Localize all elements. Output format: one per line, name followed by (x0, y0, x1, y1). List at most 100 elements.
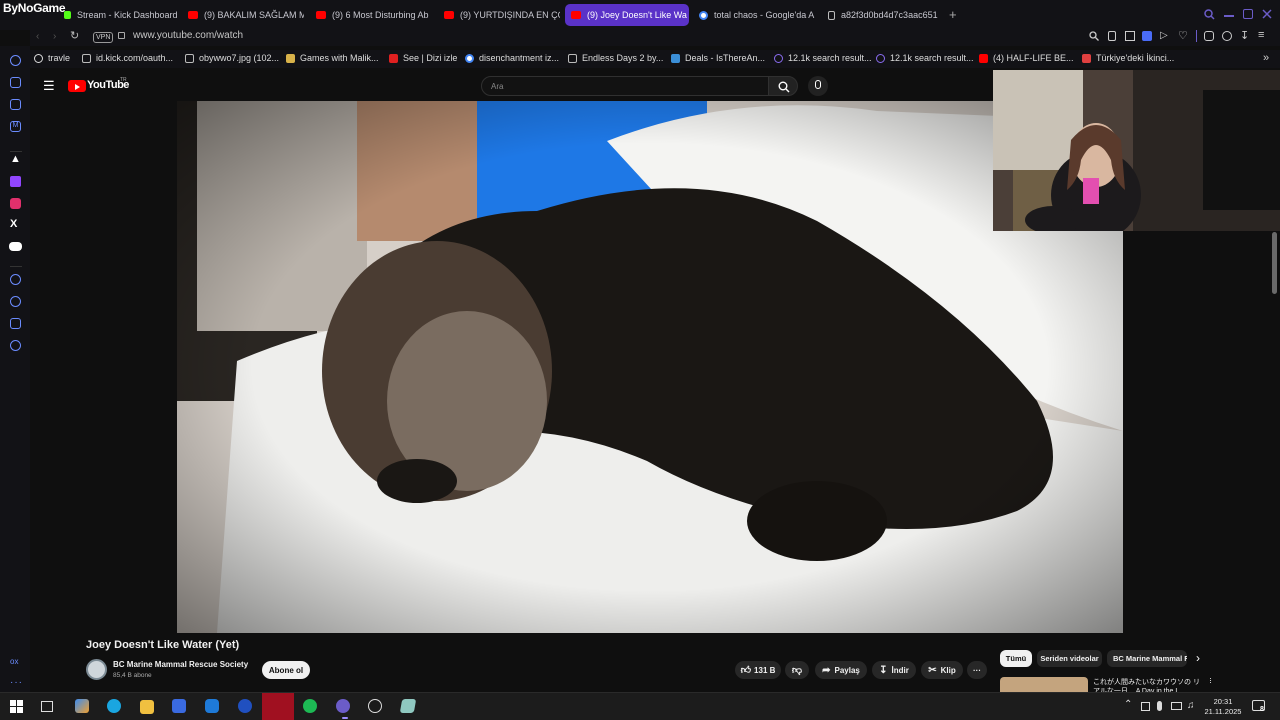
sidebar-messenger-icon[interactable]: M (10, 121, 21, 132)
bookmark-games-malik[interactable]: Games with Malik... (286, 53, 379, 63)
opera-gx-icon[interactable] (336, 699, 350, 713)
webcam-image (993, 70, 1280, 231)
bookmark-search-2[interactable]: 12.1k search result... (876, 53, 974, 63)
tab-joey-active[interactable]: (9) Joey Doesn't Like Wa (565, 4, 689, 26)
play-icon[interactable]: ▷ (1160, 30, 1168, 41)
chip-channel[interactable]: BC Marine Mammal R (1107, 650, 1187, 667)
sidebar-divider (10, 266, 22, 267)
tab-yurtdisinda[interactable]: (9) YURTDIŞINDA EN ÇO (438, 4, 560, 26)
pin-icon[interactable] (1108, 31, 1116, 41)
tab-google-total-chaos[interactable]: total chaos - Google'da A (693, 4, 815, 26)
tray-volume-icon[interactable]: ♫ (1187, 700, 1195, 711)
shield-icon[interactable] (1142, 31, 1152, 41)
bookmark-disenchantment[interactable]: disenchantment iz... (465, 53, 559, 63)
dislike-button[interactable]: 👎︎ (785, 661, 809, 679)
tab-bakalim[interactable]: (9) BAKALIM SAĞLAM M (182, 4, 304, 26)
more-actions-button[interactable]: ··· (967, 661, 987, 679)
heart-icon[interactable]: ♡ (1178, 29, 1188, 42)
minimize-icon[interactable] (1224, 15, 1234, 17)
sidebar-player-icon[interactable] (10, 274, 21, 285)
tray-microphone-icon[interactable] (1157, 701, 1162, 711)
clip-button[interactable]: ✂ Klip (921, 661, 963, 679)
video-player[interactable] (177, 101, 1123, 633)
menu-icon[interactable]: ≡ (1258, 30, 1264, 41)
url-field[interactable]: www.youtube.com/watch (133, 30, 243, 41)
lock-icon[interactable] (118, 32, 125, 39)
bookmark-travle[interactable]: travle (34, 53, 70, 63)
discord-icon[interactable] (9, 242, 22, 251)
bookmark-kick-oauth[interactable]: id.kick.com/oauth... (82, 53, 173, 63)
chip-series[interactable]: Seriden videolar (1037, 650, 1102, 667)
like-button[interactable]: 👍︎ 131 B (735, 661, 781, 679)
sidebar-history-icon[interactable] (10, 296, 21, 307)
close-icon[interactable] (1262, 9, 1272, 19)
bookmark-half-life[interactable]: (4) HALF-LIFE BE... (979, 53, 1074, 63)
edge-icon[interactable] (107, 699, 121, 713)
sidebar-cube-icon[interactable] (10, 318, 21, 329)
spotify-icon[interactable] (303, 699, 317, 713)
clock-date: 21.11.2025 (1204, 707, 1242, 716)
recommendation-menu-icon[interactable]: ··· (1206, 677, 1216, 683)
tab-kick-dashboard[interactable]: Stream - Kick Dashboard (58, 4, 182, 26)
download-button[interactable]: ↧ İndir (872, 661, 916, 679)
bookmark-search-1[interactable]: 12.1k search result... (774, 53, 872, 63)
download-icon[interactable]: ↧ (1240, 29, 1249, 42)
bookmark-endless-days[interactable]: Endless Days 2 by... (568, 53, 663, 63)
subscribe-button[interactable]: Abone ol (262, 661, 310, 679)
search-tabs-icon[interactable] (1204, 9, 1215, 20)
bookmark-jpg[interactable]: obywwo7.jpg (102... (185, 53, 279, 63)
youtube-logo-icon[interactable] (68, 80, 86, 92)
back-icon[interactable]: ‹ (36, 31, 39, 42)
extensions-icon[interactable] (1204, 31, 1214, 41)
search-button[interactable] (768, 76, 798, 96)
voice-search-button[interactable] (808, 76, 828, 96)
tab-disturbing[interactable]: (9) 6 Most Disturbing Ab (310, 4, 432, 26)
tray-expand-icon[interactable]: ⌃ (1124, 699, 1132, 710)
profile-icon[interactable] (1222, 31, 1232, 41)
bookmark-turkiye[interactable]: Türkiye'deki İkinci... (1082, 53, 1174, 63)
file-explorer-icon[interactable] (140, 700, 154, 714)
sidebar-bag-icon[interactable] (10, 77, 21, 88)
twitch-icon[interactable] (10, 176, 21, 187)
tray-battery-icon[interactable] (1141, 702, 1150, 711)
bookmark-deals[interactable]: Deals - IsThereAn... (671, 53, 765, 63)
ea-app-icon[interactable] (238, 699, 252, 713)
recommendation-title[interactable]: これが人間みたいなカワウソの リアルな一日 ...A Day in the L.… (1093, 678, 1201, 692)
chips-next-icon[interactable]: › (1196, 651, 1200, 665)
youtube-menu-icon[interactable]: ☰ (43, 79, 55, 92)
widgets-icon[interactable] (75, 699, 89, 713)
obs-icon[interactable] (368, 699, 382, 713)
sidebar-apps-icon[interactable]: ▲ (10, 153, 21, 165)
x-twitter-icon[interactable]: X (10, 218, 17, 230)
task-view-icon[interactable] (41, 701, 53, 712)
notepad-icon[interactable] (399, 699, 417, 713)
search-input[interactable]: Ara (481, 76, 769, 96)
store-icon[interactable] (172, 699, 186, 713)
sidebar-more-icon[interactable]: ··· (10, 677, 23, 688)
new-tab-button[interactable]: + (949, 8, 957, 21)
channel-avatar[interactable] (86, 659, 107, 680)
windows-start-icon[interactable] (10, 700, 23, 713)
vpn-badge[interactable]: VPN (93, 32, 114, 43)
sidebar-refresh-icon[interactable] (10, 55, 21, 66)
reload-icon[interactable]: ↻ (70, 29, 79, 42)
clock[interactable]: 20:31 21.11.2025 (1203, 697, 1243, 717)
sidebar-settings-icon[interactable] (10, 340, 21, 351)
screenshot-icon[interactable] (1125, 31, 1135, 41)
tray-network-icon[interactable] (1171, 702, 1182, 710)
sidebar-game-icon[interactable] (10, 99, 21, 110)
chip-all[interactable]: Tümü (1000, 650, 1032, 667)
bookmarks-overflow-icon[interactable]: » (1263, 52, 1269, 64)
taskbar-app-red[interactable] (262, 693, 294, 720)
channel-name[interactable]: BC Marine Mammal Rescue Society (113, 660, 248, 669)
bookmark-dizi[interactable]: See | Dizi izle (389, 53, 457, 63)
page-scrollbar[interactable] (1272, 232, 1277, 294)
zoom-icon[interactable] (1089, 31, 1099, 41)
mail-icon[interactable] (205, 699, 219, 713)
share-button[interactable]: ➦ Paylaş (815, 661, 867, 679)
instagram-icon[interactable] (10, 198, 21, 209)
restore-icon[interactable] (1243, 9, 1253, 19)
forward-icon[interactable]: › (53, 31, 56, 42)
tab-hash-document[interactable]: a82f3d0bd4d7c3aac651 (822, 4, 944, 26)
recommendation-thumbnail[interactable] (1000, 677, 1088, 692)
